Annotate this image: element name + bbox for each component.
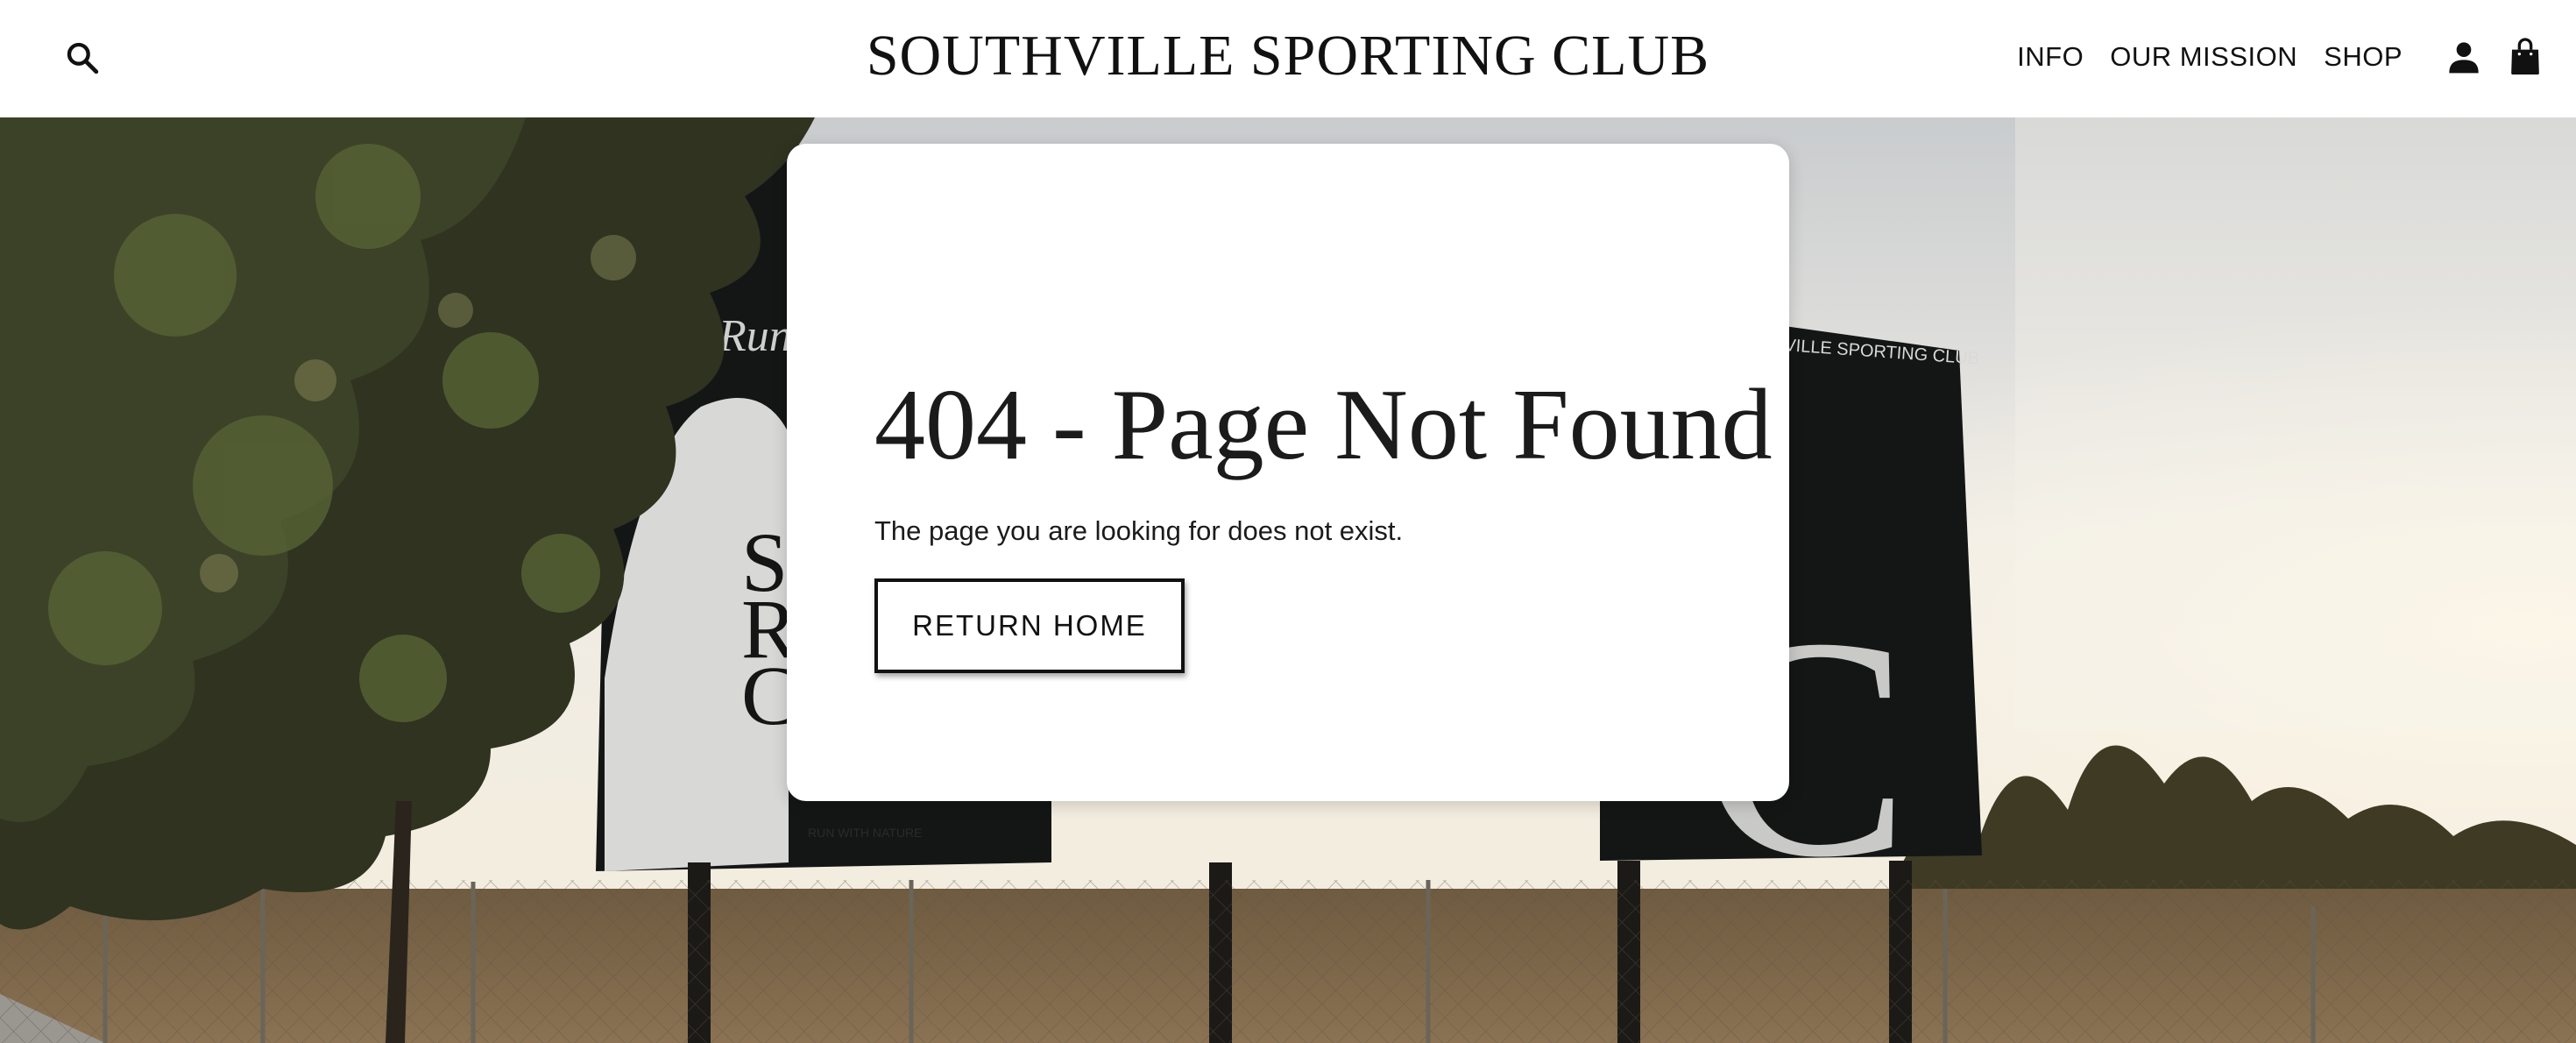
search-button[interactable] (58, 33, 107, 82)
billboard-left-tagline: RUN WITH NATURE (808, 826, 922, 840)
person-icon (2449, 42, 2479, 74)
shopping-bag-icon (2511, 38, 2539, 74)
nav-shop[interactable]: SHOP (2324, 41, 2403, 73)
error-message: The page you are looking for does not ex… (874, 515, 1404, 546)
main-nav: INFO OUR MISSION SHOP (2017, 26, 2551, 88)
billboard-left-script: Run (718, 311, 792, 361)
cart-button[interactable] (2499, 31, 2551, 83)
account-button[interactable] (2438, 31, 2490, 83)
site-header: SOUTHVILLE SPORTING CLUB INFO OUR MISSIO… (0, 0, 2576, 117)
search-icon (67, 42, 99, 74)
nav-info[interactable]: INFO (2017, 41, 2084, 73)
error-card: 404 - Page Not Found The page you are lo… (787, 144, 1789, 801)
return-home-button[interactable]: RETURN HOME (874, 578, 1185, 673)
page-title: 404 - Page Not Found (874, 369, 1773, 481)
nav-our-mission[interactable]: OUR MISSION (2110, 41, 2297, 73)
